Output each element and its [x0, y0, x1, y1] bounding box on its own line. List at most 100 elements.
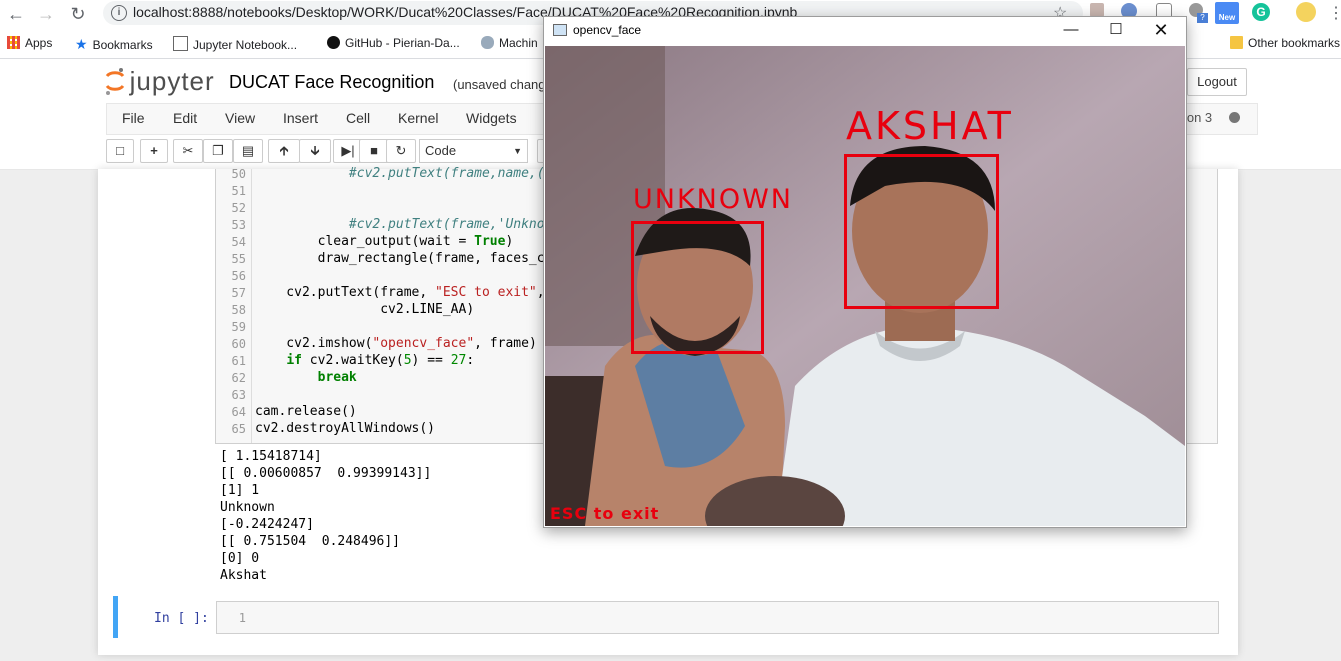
line-number: 58	[231, 303, 246, 317]
line-number: 60	[231, 337, 246, 351]
extension-icon[interactable]	[1090, 3, 1104, 17]
code-token: cv2.imshow(	[255, 336, 373, 351]
info-icon[interactable]: i	[111, 5, 127, 21]
line-number: 53	[231, 218, 246, 232]
line-number: 56	[231, 269, 246, 283]
save-icon[interactable]: □	[106, 139, 134, 163]
menu-file[interactable]: File	[122, 110, 145, 126]
line-number: 54	[231, 235, 246, 249]
logout-button[interactable]: Logout	[1187, 68, 1247, 96]
copy-icon[interactable]: ❐	[203, 139, 233, 163]
minimize-icon[interactable]: —	[1051, 18, 1091, 42]
output-line: Unknown	[220, 500, 275, 515]
new-badge: New	[1218, 13, 1236, 22]
input-prompt: In [ ]:	[154, 611, 209, 626]
esc-hint: ESC to exit	[550, 504, 660, 523]
cut-icon[interactable]: ✂	[173, 139, 203, 163]
line-number: 1	[238, 611, 246, 625]
code-line: cv2.putText(frame, "ESC to exit",	[255, 285, 544, 300]
bookmark-github[interactable]: GitHub - Pierian-Da...	[327, 36, 460, 50]
menu-insert[interactable]: Insert	[283, 110, 318, 126]
code-line: draw_rectangle(frame, faces_co	[255, 251, 553, 266]
notebook-icon	[173, 36, 188, 51]
code-token: "opencv_face"	[372, 336, 475, 351]
move-down-icon[interactable]: 🡳	[299, 139, 331, 163]
code-line: cv2.destroyAllWindows()	[255, 421, 436, 436]
close-icon[interactable]: ✕	[1141, 18, 1181, 42]
code-line: #cv2.putText(frame,name,(x	[255, 166, 553, 181]
cell-type-select[interactable]: Code ▼	[419, 139, 528, 163]
output-line: [ 1.15418714]	[220, 449, 322, 464]
bookmark-label: Apps	[25, 36, 53, 50]
output-line: [-0.2424247]	[220, 517, 314, 532]
jupyter-icon	[105, 68, 125, 95]
move-up-icon[interactable]: 🡱	[268, 139, 300, 163]
bookmark-jupyter[interactable]: Jupyter Notebook...	[173, 36, 297, 52]
chevron-down-icon: ▼	[513, 146, 522, 156]
forward-icon[interactable]: →	[34, 2, 58, 26]
line-number: 64	[231, 405, 246, 419]
bookmark-bookmarks[interactable]: ★ Bookmarks	[75, 36, 153, 53]
line-number: 52	[231, 201, 246, 215]
bookmark-other[interactable]: Other bookmarks	[1230, 36, 1340, 50]
cloud-icon	[481, 36, 494, 49]
code-token: if	[286, 353, 302, 368]
stop-icon[interactable]: ■	[359, 139, 389, 163]
output-line: [1] 1	[220, 483, 260, 498]
paste-icon[interactable]: ▤	[233, 139, 263, 163]
line-number: 50	[231, 167, 246, 181]
menu-icon[interactable]: ⋮	[1328, 3, 1341, 23]
code-token: cv2.waitKey(	[301, 353, 404, 368]
menu-view[interactable]: View	[225, 110, 255, 126]
menu-kernel[interactable]: Kernel	[398, 110, 438, 126]
back-icon[interactable]: ←	[4, 2, 28, 26]
jupyter-logo[interactable]: jupyter	[104, 66, 215, 97]
face-label-akshat: AKSHAT	[846, 104, 1014, 148]
code-cell-input[interactable]	[216, 601, 1219, 634]
window-title: opencv_face	[573, 23, 642, 37]
grammarly-icon[interactable]: G	[1252, 3, 1270, 21]
output-line: Akshat	[220, 568, 267, 583]
reload-icon[interactable]: ↻	[66, 2, 90, 26]
line-number: 65	[231, 422, 246, 436]
line-number: 55	[231, 252, 246, 266]
code-token: break	[317, 370, 357, 385]
code-line: cv2.imshow("opencv_face", frame) #	[255, 336, 552, 351]
code-line: #cv2.putText(frame,'Unknown	[255, 217, 561, 232]
profile-avatar[interactable]	[1296, 2, 1316, 22]
menu-cell[interactable]: Cell	[346, 110, 370, 126]
code-token: ) ==	[411, 353, 451, 368]
add-cell-icon[interactable]: +	[140, 139, 168, 163]
bookmark-apps[interactable]: Apps	[7, 36, 52, 50]
kernel-status-icon	[1229, 112, 1240, 123]
menu-widgets[interactable]: Widgets	[466, 110, 517, 126]
maximize-icon[interactable]: ☐	[1096, 18, 1136, 42]
bookmark-label: Other bookmarks	[1248, 36, 1341, 50]
code-line: break	[255, 370, 357, 385]
code-line: if cv2.waitKey(5) == 27:	[255, 353, 474, 368]
output-line: [0] 0	[220, 551, 260, 566]
apps-icon	[7, 36, 20, 49]
face-label-unknown: UNKNOWN	[633, 184, 794, 215]
help-badge-icon: ?	[1197, 13, 1208, 23]
code-token: 5	[403, 353, 412, 368]
code-token: "ESC to exit"	[435, 285, 537, 300]
code-token: 27	[450, 353, 467, 368]
cell-type-value: Code	[425, 143, 457, 158]
save-status: (unsaved chang	[453, 77, 546, 92]
face-box-akshat	[844, 154, 999, 309]
bookmark-label: GitHub - Pierian-Da...	[345, 36, 460, 50]
code-token: )	[505, 234, 514, 249]
menu-edit[interactable]: Edit	[173, 110, 197, 126]
line-number: 61	[231, 354, 246, 368]
bookmark-label: Jupyter Notebook...	[193, 38, 298, 52]
line-number: 62	[231, 371, 246, 385]
window-icon	[553, 24, 567, 36]
notebook-title[interactable]: DUCAT Face Recognition	[229, 72, 434, 93]
restart-icon[interactable]: ↻	[386, 139, 416, 163]
bookmark-machine[interactable]: Machin	[481, 36, 538, 50]
code-line: cam.release()	[255, 404, 357, 419]
face-box-unknown	[631, 221, 764, 354]
